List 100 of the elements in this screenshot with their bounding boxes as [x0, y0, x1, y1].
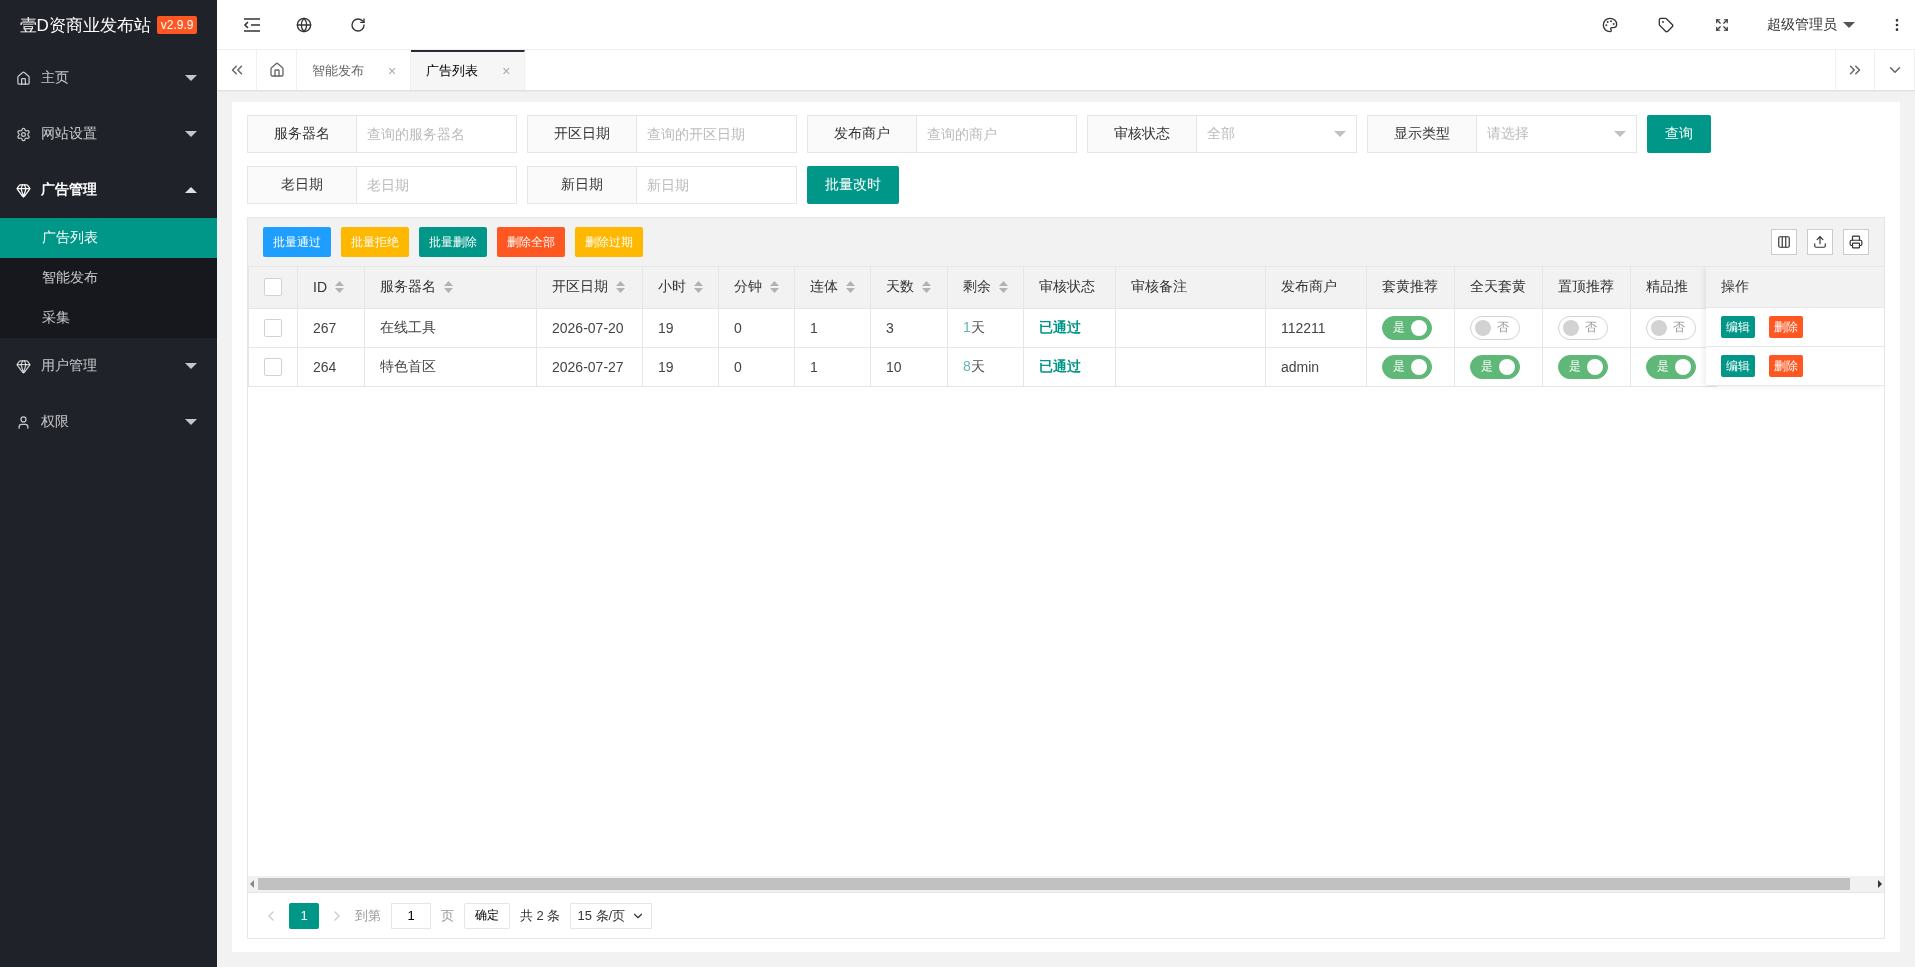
remaining-days: 8天 [963, 357, 985, 374]
column-header: 操作 [1721, 278, 1749, 296]
tab-label: 智能发布 [312, 62, 364, 80]
diamond-icon [16, 182, 31, 198]
input-field[interactable]: 查询的开区日期 [637, 115, 797, 153]
column-header: 审核状态 [1039, 278, 1095, 297]
input-field[interactable]: 新日期 [637, 166, 797, 204]
page-number[interactable]: 1 [289, 902, 319, 929]
sort-icon[interactable] [444, 281, 453, 294]
sidebar-item[interactable]: 网站设置 [0, 106, 217, 162]
row-action-button[interactable]: 编辑 [1721, 355, 1755, 377]
input-field[interactable]: 查询的服务器名 [357, 115, 517, 153]
toggle-switch[interactable]: 是 [1646, 354, 1696, 379]
horizontal-scrollbar[interactable] [248, 876, 1884, 892]
table-cell: 19 [658, 319, 674, 336]
confirm-button[interactable]: 确定 [464, 902, 510, 929]
columns-button[interactable] [1771, 229, 1797, 255]
checkbox[interactable] [264, 318, 282, 337]
caret-icon [185, 187, 197, 193]
column-header: 服务器名 [380, 278, 436, 297]
toolbar-button[interactable]: 删除全部 [497, 227, 565, 257]
page-tab[interactable]: 广告列表 × [411, 50, 526, 90]
toggle-switch[interactable]: 是 [1558, 354, 1608, 379]
filter-label: 开区日期 [527, 115, 637, 153]
sidebar-subitem[interactable]: 广告列表 [0, 218, 217, 258]
refresh-icon[interactable] [350, 16, 366, 33]
select-field[interactable]: 请选择 [1477, 115, 1637, 153]
toggle-switch[interactable]: 是 [1470, 354, 1520, 379]
column-header: 全天套黄 [1470, 278, 1526, 297]
toggle-switch[interactable]: 是 [1382, 354, 1432, 379]
sidebar-item[interactable]: 广告管理 [0, 162, 217, 218]
filter-label: 服务器名 [247, 115, 357, 153]
sort-icon[interactable] [616, 281, 625, 294]
input-field[interactable]: 查询的商户 [917, 115, 1077, 153]
menu-fold-icon[interactable] [243, 16, 261, 33]
toggle-switch[interactable]: 否 [1646, 315, 1696, 340]
sort-icon[interactable] [694, 281, 703, 294]
row-action-button[interactable]: 编辑 [1721, 316, 1755, 338]
fullscreen-icon[interactable] [1715, 17, 1729, 32]
table-cell: 0 [734, 358, 742, 375]
column-header: 小时 [658, 278, 686, 297]
page-input[interactable]: 1 [391, 902, 431, 929]
goto-label: 到第 [355, 906, 381, 925]
select-field[interactable]: 全部 [1197, 115, 1357, 153]
sort-icon[interactable] [770, 281, 779, 294]
tab-label: 广告列表 [426, 62, 479, 80]
column-header: 发布商户 [1281, 278, 1337, 297]
sidebar-item[interactable]: 主页 [0, 50, 217, 106]
upload-icon [1813, 235, 1827, 249]
checkbox[interactable] [264, 278, 282, 297]
action-button[interactable]: 查询 [1647, 115, 1711, 153]
toolbar-button[interactable]: 批量通过 [263, 227, 331, 257]
home-icon [268, 62, 285, 78]
column-header: 套黄推荐 [1382, 278, 1438, 297]
user-menu[interactable]: 超级管理员 [1767, 15, 1855, 34]
sort-icon[interactable] [922, 281, 931, 294]
sort-icon[interactable] [846, 281, 855, 294]
sidebar-item[interactable]: 用户管理 [0, 338, 217, 394]
toolbar-button[interactable]: 批量删除 [419, 227, 487, 257]
tag-icon[interactable] [1658, 16, 1674, 33]
column-header: 剩余 [963, 278, 991, 297]
globe-icon[interactable] [296, 16, 312, 33]
sort-icon[interactable] [999, 281, 1008, 294]
sidebar-subitem[interactable]: 智能发布 [0, 258, 217, 298]
table-cell: 264 [313, 358, 337, 375]
column-header: ID [313, 279, 327, 296]
table-cell: 10 [886, 358, 902, 375]
table-cell: 2026-07-20 [552, 319, 624, 336]
status-text: 已通过 [1039, 357, 1081, 374]
close-button[interactable]: × [502, 63, 511, 79]
table-cell: 3 [886, 319, 894, 336]
row-action-button[interactable]: 删除 [1769, 316, 1803, 338]
site-title: 壹D资商业发布站 [19, 14, 151, 37]
filter-label: 显示类型 [1367, 115, 1477, 153]
remaining-days: 1天 [963, 318, 985, 335]
scroll-right-button[interactable] [1835, 50, 1875, 90]
print-button[interactable] [1843, 229, 1869, 255]
checkbox[interactable] [264, 357, 282, 376]
gear-icon [16, 126, 31, 142]
page-tab[interactable]: 智能发布 × [297, 50, 412, 90]
input-field[interactable]: 老日期 [357, 166, 517, 204]
column-header: 开区日期 [552, 278, 608, 297]
toggle-switch[interactable]: 否 [1558, 315, 1608, 340]
sidebar-subitem[interactable]: 采集 [0, 298, 217, 338]
action-button[interactable]: 批量改时 [807, 166, 899, 204]
close-button[interactable]: × [388, 63, 397, 79]
table-cell: 特色首区 [380, 357, 436, 374]
table-cell: 0 [734, 319, 742, 336]
columns-icon [1777, 235, 1791, 249]
column-header: 天数 [886, 278, 914, 297]
export-button[interactable] [1807, 229, 1833, 255]
palette-icon[interactable] [1602, 16, 1618, 33]
version-badge: v2.9.9 [156, 16, 198, 34]
toggle-switch[interactable]: 是 [1382, 315, 1432, 340]
toggle-switch[interactable]: 否 [1470, 315, 1520, 340]
row-action-button[interactable]: 删除 [1769, 355, 1803, 377]
sort-icon[interactable] [335, 281, 344, 294]
column-header: 置顶推荐 [1558, 278, 1614, 297]
page-size-select[interactable]: 15 条/页 [570, 902, 653, 929]
sidebar-item[interactable]: 权限 [0, 394, 217, 450]
